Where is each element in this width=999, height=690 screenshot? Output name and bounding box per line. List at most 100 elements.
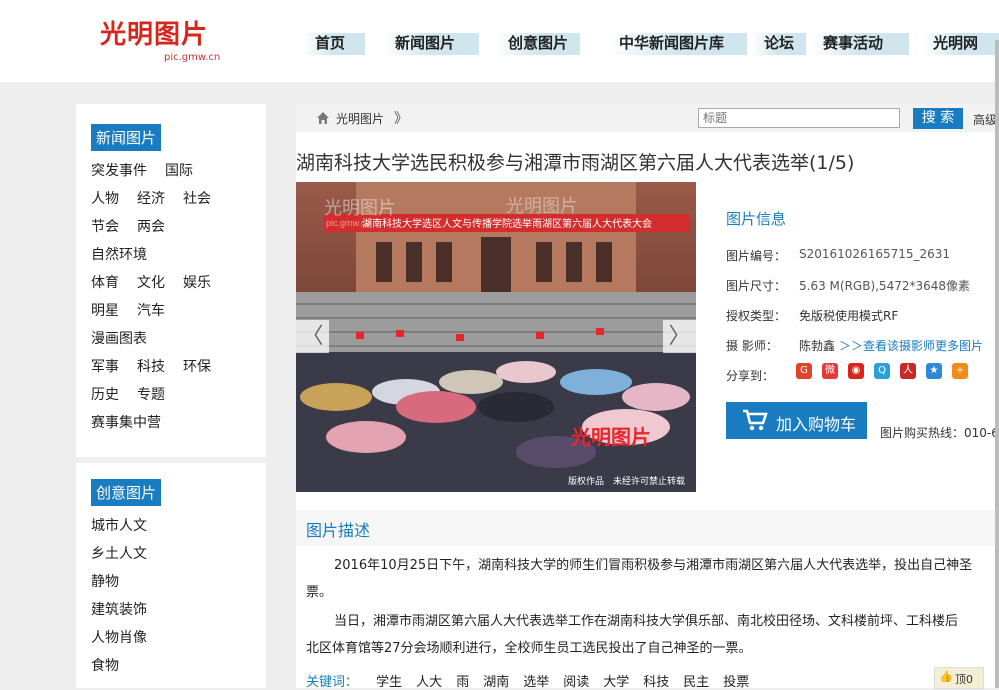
breadcrumb: 光明图片 》 搜 索 高级 (296, 104, 999, 132)
sidebar-link[interactable]: 突发事件 (91, 163, 147, 179)
cart-icon (743, 409, 768, 431)
breadcrumb-home[interactable]: 光明图片 (336, 110, 384, 127)
info-label: 图片编号： (726, 249, 787, 263)
search-input[interactable] (698, 108, 900, 128)
info-row-license: 授权类型： 免版税使用模式RF (726, 307, 898, 324)
sidebar-link[interactable]: 经济 (137, 191, 165, 207)
search-button[interactable]: 搜 索 (913, 108, 963, 129)
news-category-title[interactable]: 新闻图片 (91, 124, 162, 151)
description-para1-line2: 票。 (306, 585, 333, 600)
sidebar-row: 军事 科技 环保 (91, 353, 229, 381)
logo-domain: pic.gmw.cn (164, 52, 221, 63)
main-content: 光明图片 》 搜 索 高级 湖南科技大学选民积极参与湘潭市雨湖区第六届人大代表选… (296, 104, 999, 690)
scrollbar-track[interactable] (995, 40, 999, 688)
star-icon[interactable]: ★ (926, 363, 942, 379)
photo-watermark: 光明图片 (324, 198, 396, 218)
nav-home[interactable]: 首页 (303, 33, 365, 55)
creative-category-section: 创意图片 城市人文乡土人文静物建筑装饰人物肖像食物 (91, 479, 165, 680)
description-title: 图片描述 (306, 521, 371, 540)
sidebar-link[interactable]: 城市人文 (91, 518, 147, 534)
home-icon[interactable] (316, 111, 330, 125)
top-count: 顶0 (955, 673, 973, 686)
keywords-row: 关键词： 学生 人大雨湖南 选举 阅读 大学 科技 民主 投票 (306, 671, 749, 690)
sidebar-link[interactable]: 节会 (91, 219, 119, 235)
info-label: 授权类型： (726, 309, 787, 323)
info-label: 摄 影师： (726, 339, 778, 353)
qzone-icon[interactable]: Q (874, 363, 890, 379)
description-para2-line1: 当日，湘潭市雨湖区第六届人大代表选举工作在湖南科技大学俱乐部、南北校田径场、文科… (334, 614, 959, 629)
sidebar-link[interactable]: 汽车 (137, 303, 165, 319)
share-more-icon[interactable]: + (952, 363, 968, 379)
nav-china-news-library[interactable]: 中华新闻图片库 (607, 33, 747, 55)
photo-info-title: 图片信息 (726, 210, 787, 228)
weibo-icon[interactable]: 微 (822, 363, 838, 379)
main-photo[interactable]: 湖南科技大学选区人文与传播学院选举雨湖区第六届人大代表大会 光明图片 pic.g… (296, 182, 696, 492)
sidebar-link[interactable]: 建筑装饰 (91, 602, 147, 618)
sidebar-link[interactable]: 历史 (91, 387, 119, 403)
sidebar-row: 静物 (91, 568, 165, 596)
nav-forum[interactable]: 论坛 (752, 33, 806, 55)
info-label: 图片尺寸： (726, 279, 787, 293)
google-plus-icon[interactable]: G (796, 363, 812, 379)
sidebar-link[interactable]: 国际 (165, 163, 193, 179)
breadcrumb-separator: 》 (394, 111, 408, 127)
info-row-photographer: 摄 影师： 陈勃鑫 ＞＞查看该摄影师更多图片 (726, 337, 983, 354)
sidebar-link[interactable]: 漫画图表 (91, 331, 147, 347)
renren-icon[interactable]: 人 (900, 363, 916, 379)
back-to-top-button[interactable]: 👍 顶0 (934, 667, 984, 689)
sidebar-row: 突发事件 国际 (91, 157, 229, 185)
sidebar-link[interactable]: 体育 (91, 275, 119, 291)
add-to-cart-label: 加入购物车 (776, 415, 857, 434)
sidebar-link[interactable]: 军事 (91, 359, 119, 375)
sidebar-link[interactable]: 自然环境 (91, 247, 147, 263)
info-value: 免版税使用模式RF (799, 309, 899, 323)
creative-category-title[interactable]: 创意图片 (91, 479, 162, 506)
photo-watermark-domain: pic.gmw.cn (326, 218, 371, 228)
next-photo-button[interactable]: 〉 (663, 320, 696, 353)
sidebar-row: 城市人文 (91, 512, 165, 540)
sidebar-link[interactable]: 明星 (91, 303, 119, 319)
sidebar-row: 体育 文化 娱乐 (91, 269, 229, 297)
nav-events[interactable]: 赛事活动 (811, 33, 909, 55)
tencent-weibo-icon[interactable]: ◉ (848, 363, 864, 379)
photo-illustration: 湖南科技大学选区人文与传播学院选举雨湖区第六届人大代表大会 光明图片 pic.g… (296, 182, 696, 492)
sidebar-link[interactable]: 社会 (183, 191, 211, 207)
sidebar-link[interactable]: 食物 (91, 658, 119, 674)
sidebar-link[interactable]: 乡土人文 (91, 546, 147, 562)
add-to-cart-button[interactable]: 加入购物车 (726, 402, 867, 439)
nav-gmw[interactable]: 光明网 (921, 33, 999, 55)
sidebar-row: 自然环境 (91, 241, 229, 269)
sidebar-link[interactable]: 人物 (91, 191, 119, 207)
sidebar-link[interactable]: 文化 (137, 275, 165, 291)
photo-watermark-center: 光明图片 (506, 196, 578, 216)
sidebar-link[interactable]: 专题 (137, 387, 165, 403)
page-title: 湖南科技大学选民积极参与湘潭市雨湖区第六届人大代表选举(1/5) (296, 152, 855, 174)
prev-photo-button[interactable]: 〈 (296, 320, 329, 353)
sidebar-row: 建筑装饰 (91, 596, 165, 624)
sidebar-link[interactable]: 环保 (183, 359, 211, 375)
info-value: S20161026165715_2631 (799, 247, 951, 261)
sidebar-link[interactable]: 静物 (91, 574, 119, 590)
sidebar-row: 赛事集中营 (91, 409, 229, 437)
nav-news-photos[interactable]: 新闻图片 (383, 33, 479, 55)
advanced-search-link[interactable]: 高级 (973, 111, 997, 128)
site-header: 光明图片 pic.gmw.cn 首页 新闻图片 创意图片 中华新闻图片库 论坛 … (0, 0, 999, 82)
sidebar-link[interactable]: 两会 (137, 219, 165, 235)
sidebar-row: 人物肖像 (91, 624, 165, 652)
sidebar-row: 历史 专题 (91, 381, 229, 409)
site-logo[interactable]: 光明图片 pic.gmw.cn (100, 14, 220, 63)
description-para2-line2: 北区体育馆等27分会场顺利进行，全校师生员工选民投出了自己神圣的一票。 (306, 641, 752, 656)
sidebar-row: 乡土人文 (91, 540, 165, 568)
description-para1-line1: 2016年10月25日下午，湖南科技大学的师生们冒雨积极参与湘潭市雨湖区第六届人… (334, 558, 973, 573)
creative-category-links: 城市人文乡土人文静物建筑装饰人物肖像食物 (91, 512, 165, 680)
nav-creative-photos[interactable]: 创意图片 (496, 33, 580, 55)
sidebar-link[interactable]: 人物肖像 (91, 630, 147, 646)
sidebar-link[interactable]: 赛事集中营 (91, 415, 161, 431)
sidebar-divider (76, 457, 266, 463)
photo-banner-text: 湖南科技大学选区人文与传播学院选举雨湖区第六届人大代表大会 (362, 217, 652, 230)
sidebar-link[interactable]: 科技 (137, 359, 165, 375)
sidebar-link[interactable]: 娱乐 (183, 275, 211, 291)
photographer-name[interactable]: 陈勃鑫 (799, 337, 835, 354)
info-row-id: 图片编号： S20161026165715_2631 (726, 247, 950, 264)
photographer-more-link[interactable]: ＞＞查看该摄影师更多图片 (839, 337, 983, 354)
